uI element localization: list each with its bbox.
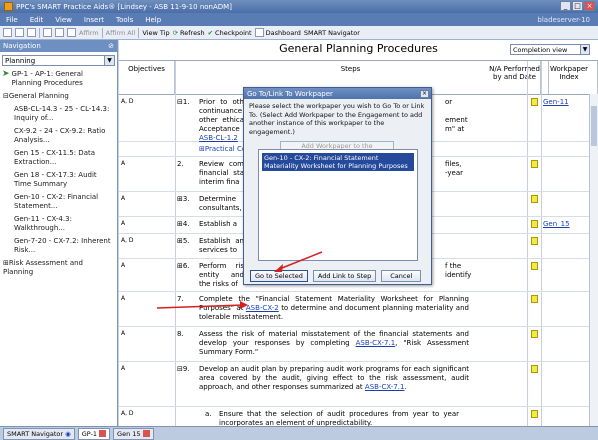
tab-gp-1[interactable]: GP-1 bbox=[77, 427, 111, 440]
annotation-arrowhead bbox=[240, 301, 248, 309]
annotation-arrow bbox=[156, 304, 244, 309]
annotation-arrows bbox=[156, 251, 323, 309]
status-bar: SMART Navigator ◉ GP-1 Gen 15 bbox=[0, 426, 598, 440]
navigator-icon: ◉ bbox=[65, 429, 71, 438]
tab-smart-navigator[interactable]: SMART Navigator ◉ bbox=[3, 427, 75, 440]
close-icon[interactable] bbox=[142, 430, 150, 437]
annotation-arrowhead bbox=[274, 264, 283, 272]
close-icon[interactable] bbox=[99, 430, 107, 437]
tab-gen-15[interactable]: Gen 15 bbox=[113, 427, 154, 440]
annotation-arrow bbox=[276, 251, 323, 271]
